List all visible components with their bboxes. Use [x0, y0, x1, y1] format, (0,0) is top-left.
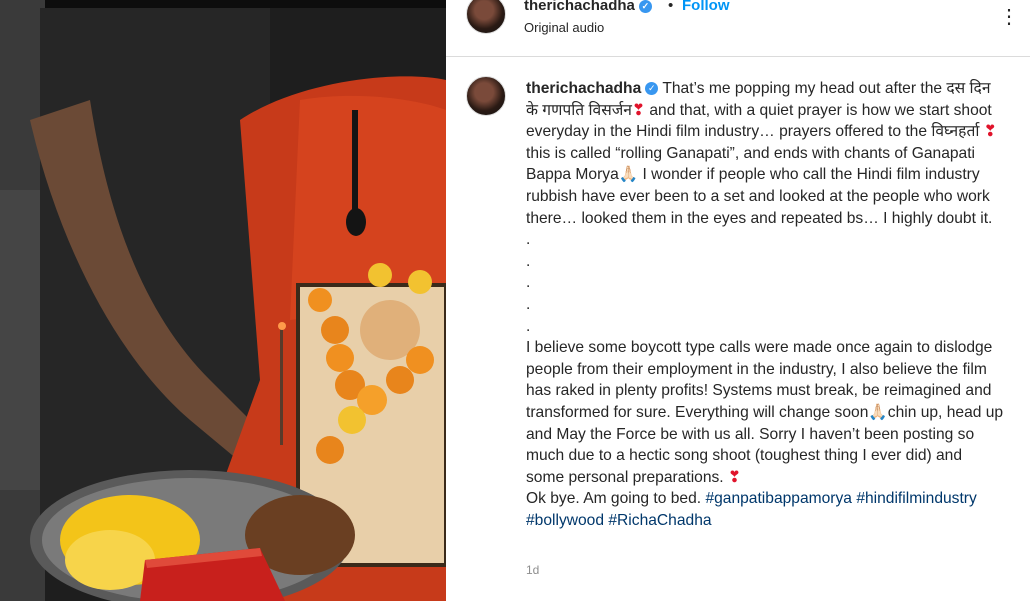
heart-emoji-icon: ❣ — [727, 468, 742, 486]
caption-text: therichachadha ✓ That’s me popping my hea… — [526, 78, 1004, 531]
separator-dot: • — [668, 0, 674, 14]
hashtag-link[interactable]: #RichaChadha — [608, 512, 711, 529]
verified-badge-icon: ✓ — [638, 0, 652, 13]
verified-badge-icon: ✓ — [645, 82, 659, 96]
caption-dot-4: . — [526, 295, 531, 313]
caption-dot-2: . — [526, 252, 531, 270]
hashtag-link[interactable]: #hindifilmindustry — [856, 490, 976, 507]
caption-username[interactable]: therichachadha — [526, 80, 641, 97]
caption-author-avatar[interactable] — [466, 76, 506, 116]
author-username-text[interactable]: therichachadha — [524, 0, 635, 14]
caption-paragraph-2: I believe some boycott type calls were m… — [526, 339, 1004, 486]
caption-dot-1: . — [526, 231, 531, 249]
caption-dot-5: . — [526, 317, 531, 335]
post-timestamp[interactable]: 1d — [526, 563, 539, 577]
more-options-icon[interactable]: ⋮ — [999, 4, 1020, 29]
post-media[interactable] — [0, 0, 446, 601]
caption-outro: Ok bye. Am going to bed. — [526, 490, 706, 508]
post-header: therichachadha ✓ • Follow Original audio … — [446, 0, 1030, 57]
follow-button[interactable]: Follow — [682, 0, 730, 14]
author-username[interactable]: therichachadha ✓ — [524, 0, 652, 14]
hashtag-link[interactable]: #bollywood — [526, 512, 604, 529]
hashtag-link[interactable]: #ganpatibappamorya — [705, 490, 852, 507]
heart-emoji-icon: ❣ — [983, 123, 997, 141]
original-audio-link[interactable]: Original audio — [524, 20, 604, 35]
caption-dot-3: . — [526, 274, 531, 292]
caption-line3: this is called “rolling Ganapati”, and e… — [526, 144, 993, 227]
author-avatar[interactable] — [466, 0, 506, 34]
post-details-panel: therichachadha ✓ • Follow Original audio … — [446, 0, 1030, 601]
media-frame — [0, 0, 446, 601]
heart-emoji-icon: ❣ — [631, 101, 646, 119]
